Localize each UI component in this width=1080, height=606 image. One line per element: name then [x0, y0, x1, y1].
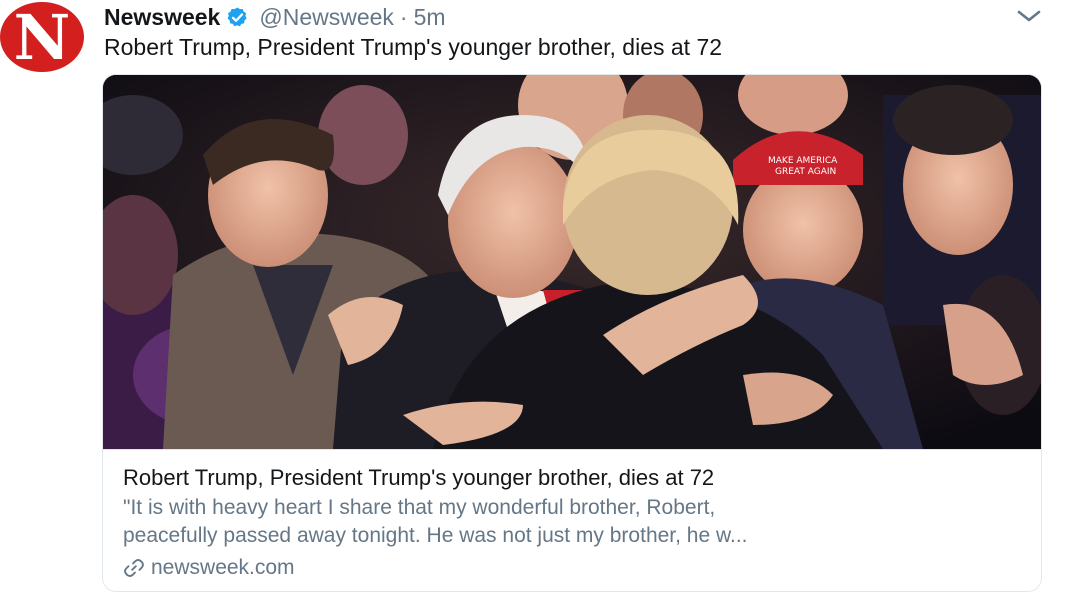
cap-text-1: MAKE AMERICA: [768, 156, 838, 166]
chevron-down-icon[interactable]: [1016, 8, 1042, 24]
display-name[interactable]: Newsweek: [104, 4, 220, 31]
separator-dot: ·: [399, 3, 408, 30]
tweet-header: Newsweek @Newsweek · 5m: [104, 2, 446, 32]
card-image[interactable]: MAKE AMERICA GREAT AGAIN: [103, 75, 1041, 449]
card-description: "It is with heavy heart I share that my …: [123, 494, 1023, 550]
tweet-text: Robert Trump, President Trump's younger …: [104, 34, 723, 60]
card-body[interactable]: Robert Trump, President Trump's younger …: [103, 449, 1041, 591]
link-card[interactable]: MAKE AMERICA GREAT AGAIN Robert Trump, P…: [102, 74, 1042, 592]
avatar-letter: N: [13, 2, 71, 72]
link-icon: [124, 559, 144, 577]
card-domain-row[interactable]: newsweek.com: [123, 554, 1021, 582]
card-description-line-2: peacefully passed away tonight. He was n…: [123, 524, 748, 547]
news-photo: MAKE AMERICA GREAT AGAIN: [103, 75, 1041, 449]
verified-badge-icon: [227, 6, 247, 26]
card-description-line-1: "It is with heavy heart I share that my …: [123, 496, 716, 519]
cap-text-2: GREAT AGAIN: [775, 167, 836, 177]
tweet[interactable]: N Newsweek @Newsweek · 5m Robert Trump, …: [0, 0, 1080, 606]
timestamp[interactable]: 5m: [414, 4, 446, 31]
newsweek-avatar[interactable]: N: [0, 2, 84, 72]
card-title: Robert Trump, President Trump's younger …: [123, 465, 715, 490]
card-domain[interactable]: newsweek.com: [151, 554, 295, 582]
account-handle[interactable]: @Newsweek: [259, 4, 394, 31]
